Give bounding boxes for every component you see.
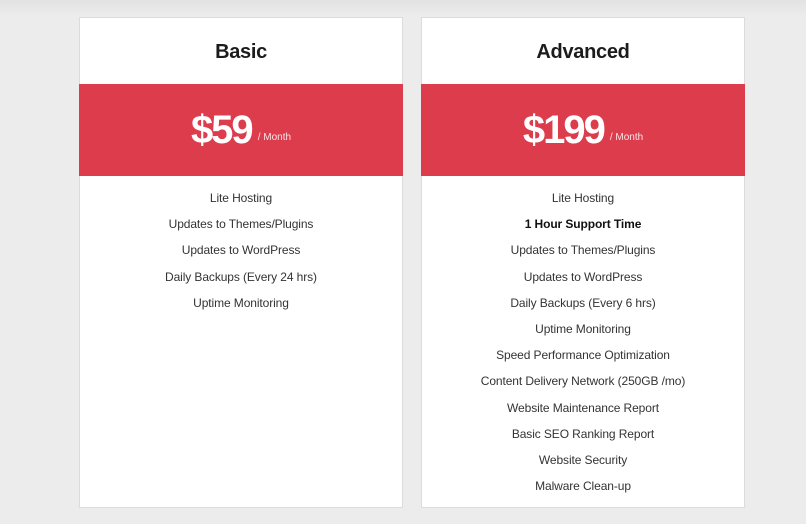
feature-item: Speed Performance Optimization: [496, 348, 670, 363]
plan-period: / Month: [257, 131, 292, 143]
pricing-card-advanced: Advanced $199 / Month Lite Hosting 1 Hour…: [421, 17, 745, 508]
feature-item: Lite Hosting: [551, 191, 615, 205]
feature-item: Malware Clean-up: [535, 479, 631, 494]
feature-item: Updates to WordPress: [523, 269, 643, 284]
top-shadow: [0, 0, 806, 16]
feature-item: Website Maintenance Report: [507, 400, 659, 415]
price-band: $199 / Month: [421, 84, 745, 176]
feature-item: Uptime Monitoring: [193, 295, 289, 310]
plan-title: Basic: [215, 40, 267, 63]
feature-list: Lite Hosting 1 Hour Support Time Updates t…: [422, 176, 744, 499]
feature-item: Uptime Monitoring: [535, 321, 631, 336]
feature-item: Website Security: [538, 452, 628, 467]
price-band: $59 / Month: [79, 84, 403, 176]
plan-price: $59: [190, 108, 254, 152]
feature-item: Daily Backups (Every 24 hrs): [165, 269, 317, 284]
feature-item: Content Delivery Network (250GB /mo): [480, 374, 686, 389]
plan-period: / Month: [609, 131, 644, 143]
feature-item: Lite Hosting: [209, 191, 273, 205]
feature-item: Updates to WordPress: [181, 243, 301, 258]
plan-title: Advanced: [536, 40, 630, 63]
feature-item: Basic SEO Ranking Report: [511, 426, 655, 441]
pricing-card-basic: Basic $59 / Month Lite Hosting Updates to…: [79, 17, 403, 508]
feature-item: Daily Backups (Every 6 hrs): [510, 295, 656, 310]
feature-item: Updates to Themes/Plugins: [168, 217, 314, 232]
feature-item: Updates to Themes/Plugins: [510, 243, 656, 258]
feature-item: 1 Hour Support Time: [524, 217, 642, 232]
plan-price: $199: [522, 108, 606, 152]
feature-list: Lite Hosting Updates to Themes/Plugins Upd…: [80, 176, 402, 316]
